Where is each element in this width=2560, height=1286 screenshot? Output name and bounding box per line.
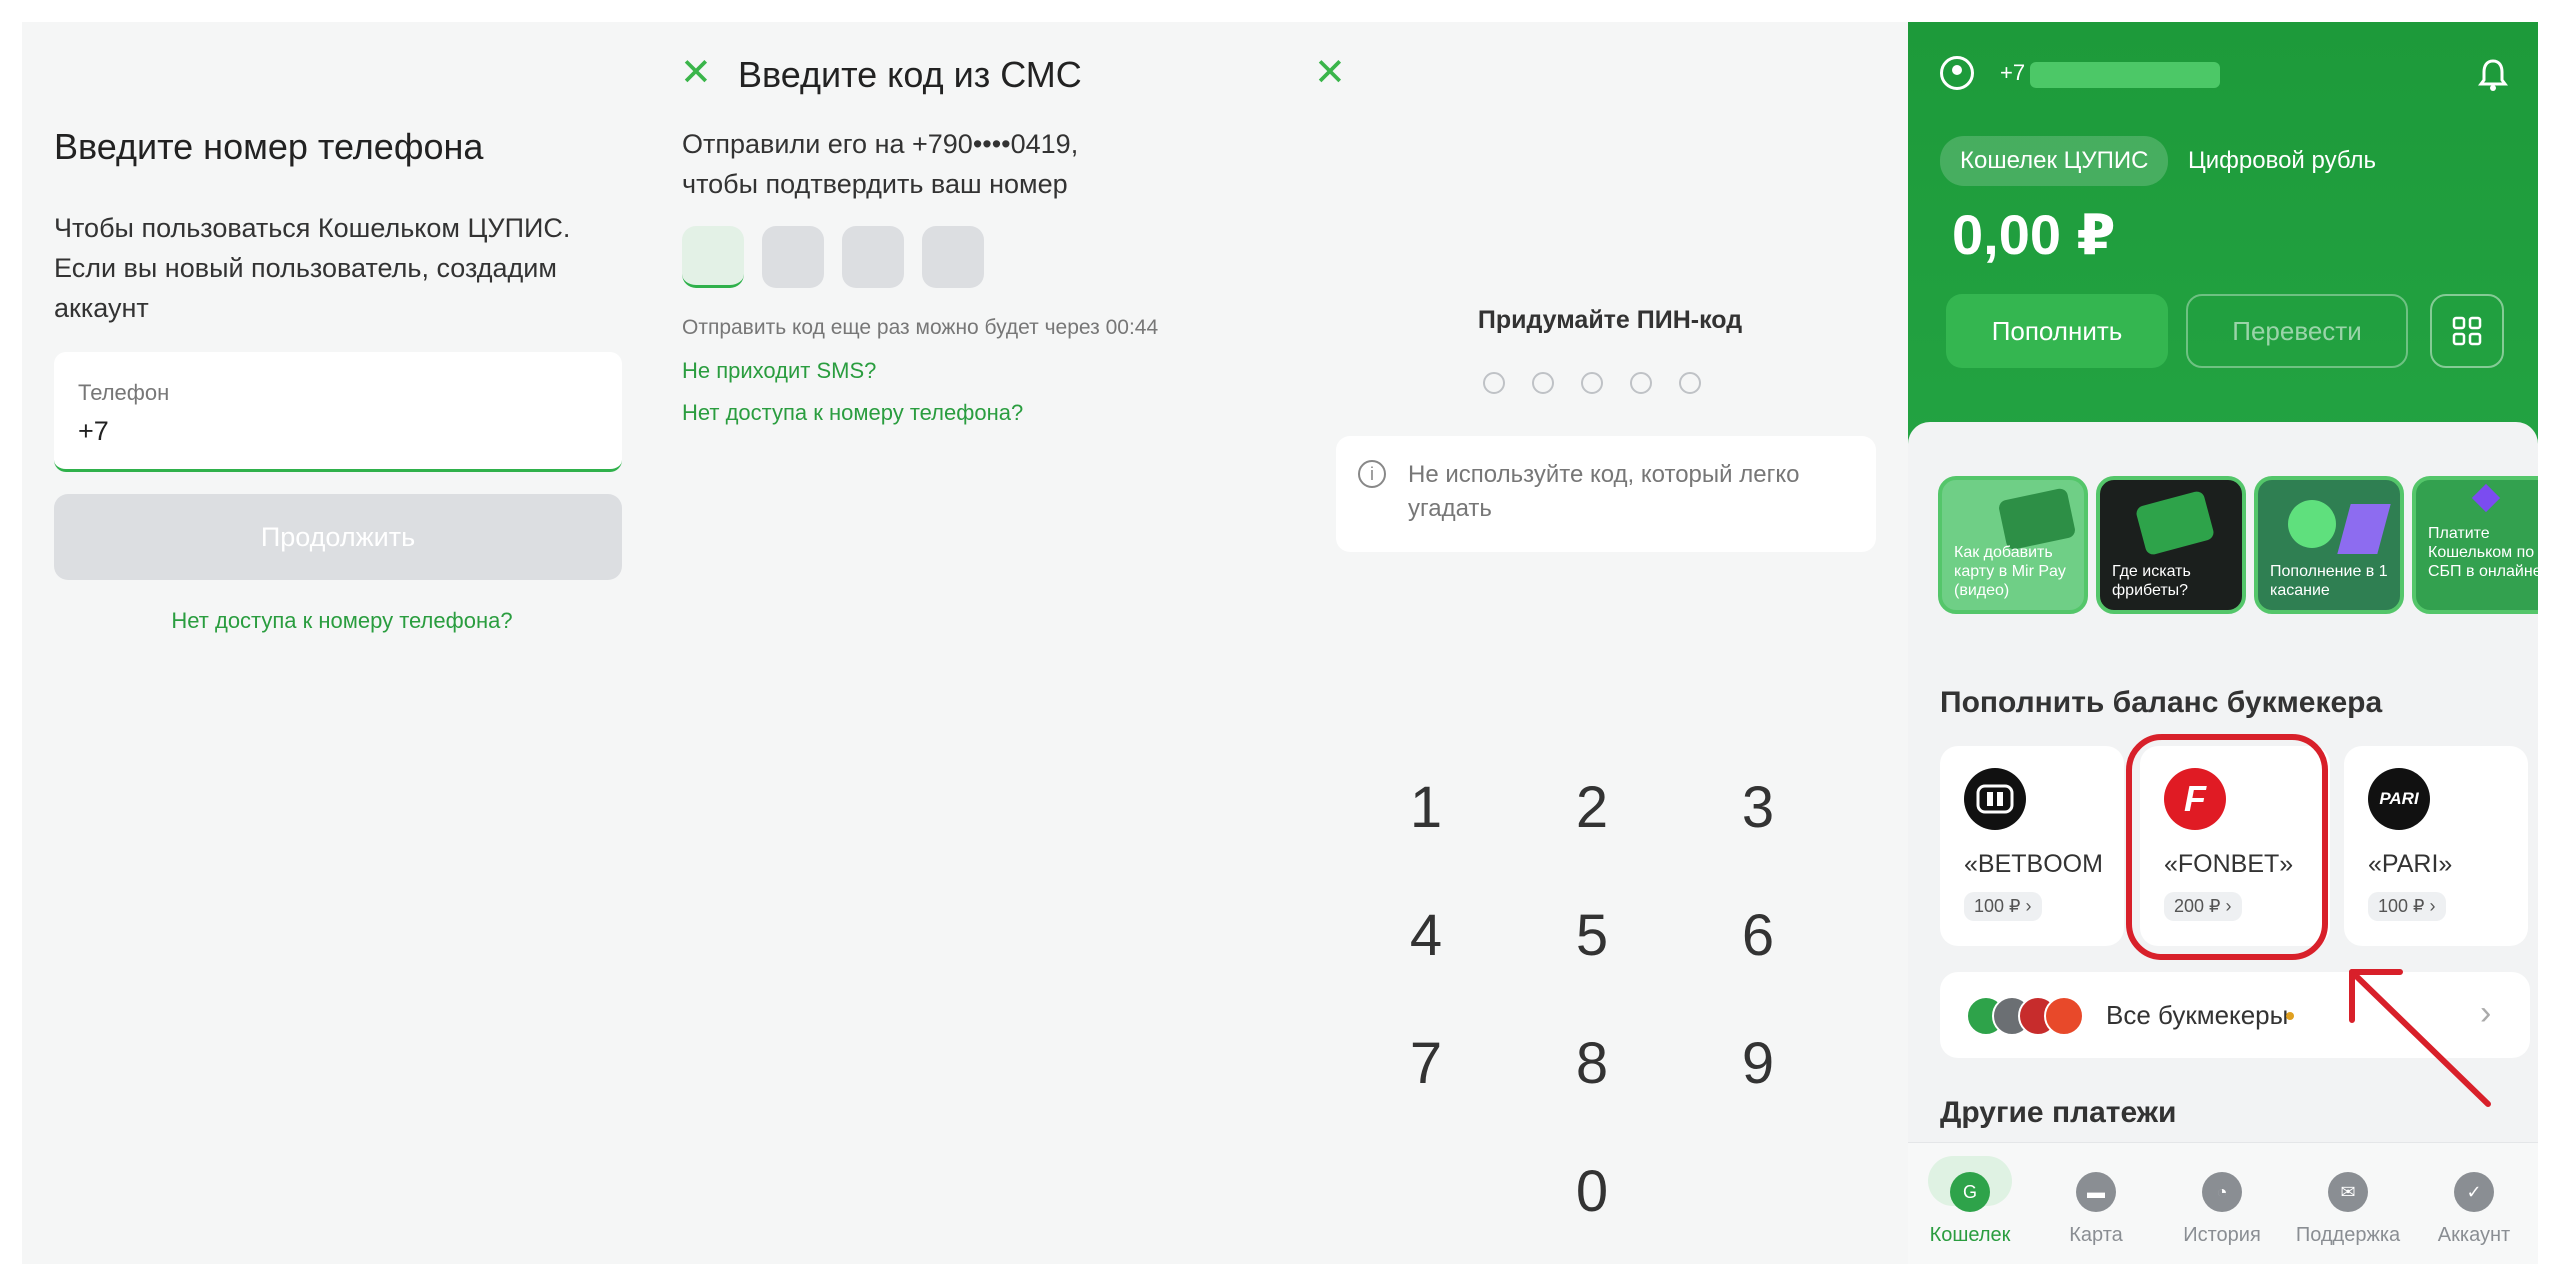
pin-hint-box: i Не используйте код, который легко угад… xyxy=(1336,436,1876,552)
nav-card[interactable]: ▬ Карта xyxy=(2036,1172,2156,1247)
code-digit-1[interactable] xyxy=(682,226,744,288)
keypad-key-0[interactable]: 0 xyxy=(1532,1158,1652,1225)
balance-amount: 0,00 ₽ xyxy=(1952,203,2116,266)
no-access-link[interactable]: Нет доступа к номеру телефона? xyxy=(22,608,662,634)
story-label: Платите Кошельком по СБП в онлайне xyxy=(2428,525,2538,580)
betboom-logo-icon xyxy=(1964,768,2026,830)
phone-field[interactable]: Телефон +7 xyxy=(54,352,622,472)
bookmakers-title: Пополнить баланс букмекера xyxy=(1940,686,2383,719)
nav-label: Поддержка xyxy=(2295,1224,2401,1246)
phone-prefix: +7 xyxy=(2000,60,2026,85)
qr-scan-icon[interactable] xyxy=(2430,294,2504,368)
keypad-key-7[interactable]: 7 xyxy=(1366,1030,1486,1097)
story-card[interactable]: Платите Кошельком по СБП в онлайне xyxy=(2412,476,2538,614)
bookmaker-mini-logo-icon xyxy=(2044,996,2084,1036)
story-label: Как добавить карту в Mir Pay (видео) xyxy=(1954,544,2066,599)
topup-button[interactable]: Пополнить xyxy=(1946,294,2168,368)
all-bookmakers-label: Все букмекеры xyxy=(2106,1000,2289,1030)
account-icon: ✓ xyxy=(2454,1172,2494,1212)
tab-digital-ruble[interactable]: Цифровой рубль xyxy=(2178,136,2386,186)
story-label: Где искать фрибеты? xyxy=(2112,563,2191,599)
chevron-right-icon: › xyxy=(2025,896,2032,916)
code-digit-2[interactable] xyxy=(762,226,824,288)
phone-field-label: Телефон xyxy=(78,380,170,405)
pin-hint-text: Не используйте код, который легко угадат… xyxy=(1408,461,1800,522)
chat-icon: ✉ xyxy=(2328,1172,2368,1212)
new-indicator-dot xyxy=(2286,1012,2294,1020)
nav-label: История xyxy=(2183,1224,2261,1246)
keypad-key-4[interactable]: 4 xyxy=(1366,902,1486,969)
page-title: Введите код из СМС xyxy=(738,54,1082,95)
bookmaker-card-betboom[interactable]: «BETBOOM 100 ₽ › xyxy=(1940,746,2124,946)
page-title: Введите номер телефона xyxy=(54,126,484,167)
nav-account[interactable]: ✓ Аккаунт xyxy=(2414,1172,2534,1247)
nav-history[interactable]: ◔ История xyxy=(2162,1172,2282,1247)
other-payments-title: Другие платежи xyxy=(1940,1096,2177,1129)
keypad-key-3[interactable]: 3 xyxy=(1698,774,1818,841)
phone-number-redacted xyxy=(2030,62,2220,88)
resend-timer-text: Отправить код еще раз можно будет через … xyxy=(682,316,1159,339)
info-icon: i xyxy=(1358,460,1386,488)
pin-dot xyxy=(1581,372,1603,394)
highlight-circle xyxy=(2126,734,2328,960)
wallet-icon: G xyxy=(1950,1172,1990,1212)
bookmaker-price: 100 ₽ › xyxy=(2368,892,2446,921)
nav-support[interactable]: ✉ Поддержка xyxy=(2288,1172,2408,1247)
story-label: Пополнение в 1 касание xyxy=(2270,563,2388,599)
sent-line-2: чтобы подтвердить ваш номер xyxy=(682,169,1068,199)
bookmaker-price: 100 ₽ › xyxy=(1964,892,2042,921)
tab-cupis-wallet[interactable]: Кошелек ЦУПИС xyxy=(1940,136,2169,186)
pin-dot xyxy=(1630,372,1652,394)
pari-logo-icon: PARI xyxy=(2368,768,2430,830)
wallet-home-screen: +7 Кошелек ЦУПИС Цифровой рубль 0,00 ₽ П… xyxy=(1908,22,2538,1264)
card-icon: ▬ xyxy=(2076,1172,2116,1212)
continue-button[interactable]: Продолжить xyxy=(54,494,622,580)
transfer-button[interactable]: Перевести xyxy=(2186,294,2408,368)
annotation-arrow-icon xyxy=(2349,969,2491,1107)
keypad-key-6[interactable]: 6 xyxy=(1698,902,1818,969)
bookmaker-name: «BETBOOM xyxy=(1964,850,2103,878)
pin-dot xyxy=(1532,372,1554,394)
keypad-key-1[interactable]: 1 xyxy=(1366,774,1486,841)
pin-dot xyxy=(1483,372,1505,394)
keypad-key-8[interactable]: 8 xyxy=(1532,1030,1652,1097)
keypad-key-2[interactable]: 2 xyxy=(1532,774,1652,841)
code-digit-4[interactable] xyxy=(922,226,984,288)
phone-description: Чтобы пользоваться Кошельком ЦУПИС. Если… xyxy=(54,213,571,323)
code-digit-3[interactable] xyxy=(842,226,904,288)
phone-input[interactable]: +7 xyxy=(78,416,109,447)
no-access-link[interactable]: Нет доступа к номеру телефона? xyxy=(682,400,1023,426)
close-icon[interactable]: ✕ xyxy=(680,54,712,92)
story-card[interactable]: Где искать фрибеты? xyxy=(2096,476,2246,614)
sms-code-screen: ✕ Введите код из СМС Отправили его на +7… xyxy=(662,22,1312,1264)
profile-icon[interactable] xyxy=(1940,56,1974,90)
no-sms-link[interactable]: Не приходит SMS? xyxy=(682,358,876,384)
bookmaker-card-pari[interactable]: PARI «PARI» 100 ₽ › xyxy=(2344,746,2528,946)
close-icon[interactable]: ✕ xyxy=(1314,54,1346,92)
pin-title: Придумайте ПИН-код xyxy=(1477,306,1743,334)
nav-label: Карта xyxy=(2069,1224,2123,1246)
story-card[interactable]: Как добавить карту в Mir Pay (видео) xyxy=(1938,476,2088,614)
story-card[interactable]: Пополнение в 1 касание xyxy=(2254,476,2404,614)
phone-entry-screen: Введите номер телефона Чтобы пользоватьс… xyxy=(22,22,662,1264)
nav-wallet[interactable]: G Кошелек xyxy=(1910,1172,2030,1247)
clock-icon: ◔ xyxy=(2202,1172,2242,1212)
nav-label: Кошелек xyxy=(1929,1224,2011,1246)
keypad-key-5[interactable]: 5 xyxy=(1532,902,1652,969)
chevron-right-icon: › xyxy=(2429,896,2436,916)
bell-icon[interactable] xyxy=(2478,58,2508,92)
nav-label: Аккаунт xyxy=(2437,1224,2511,1246)
bookmaker-name: «PARI» xyxy=(2368,850,2453,878)
sent-line-1: Отправили его на +790••••0419, xyxy=(682,129,1079,159)
pin-dot xyxy=(1679,372,1701,394)
keypad-key-9[interactable]: 9 xyxy=(1698,1030,1818,1097)
pin-create-screen: ✕ Придумайте ПИН-код i Не используйте ко… xyxy=(1312,22,1908,1264)
